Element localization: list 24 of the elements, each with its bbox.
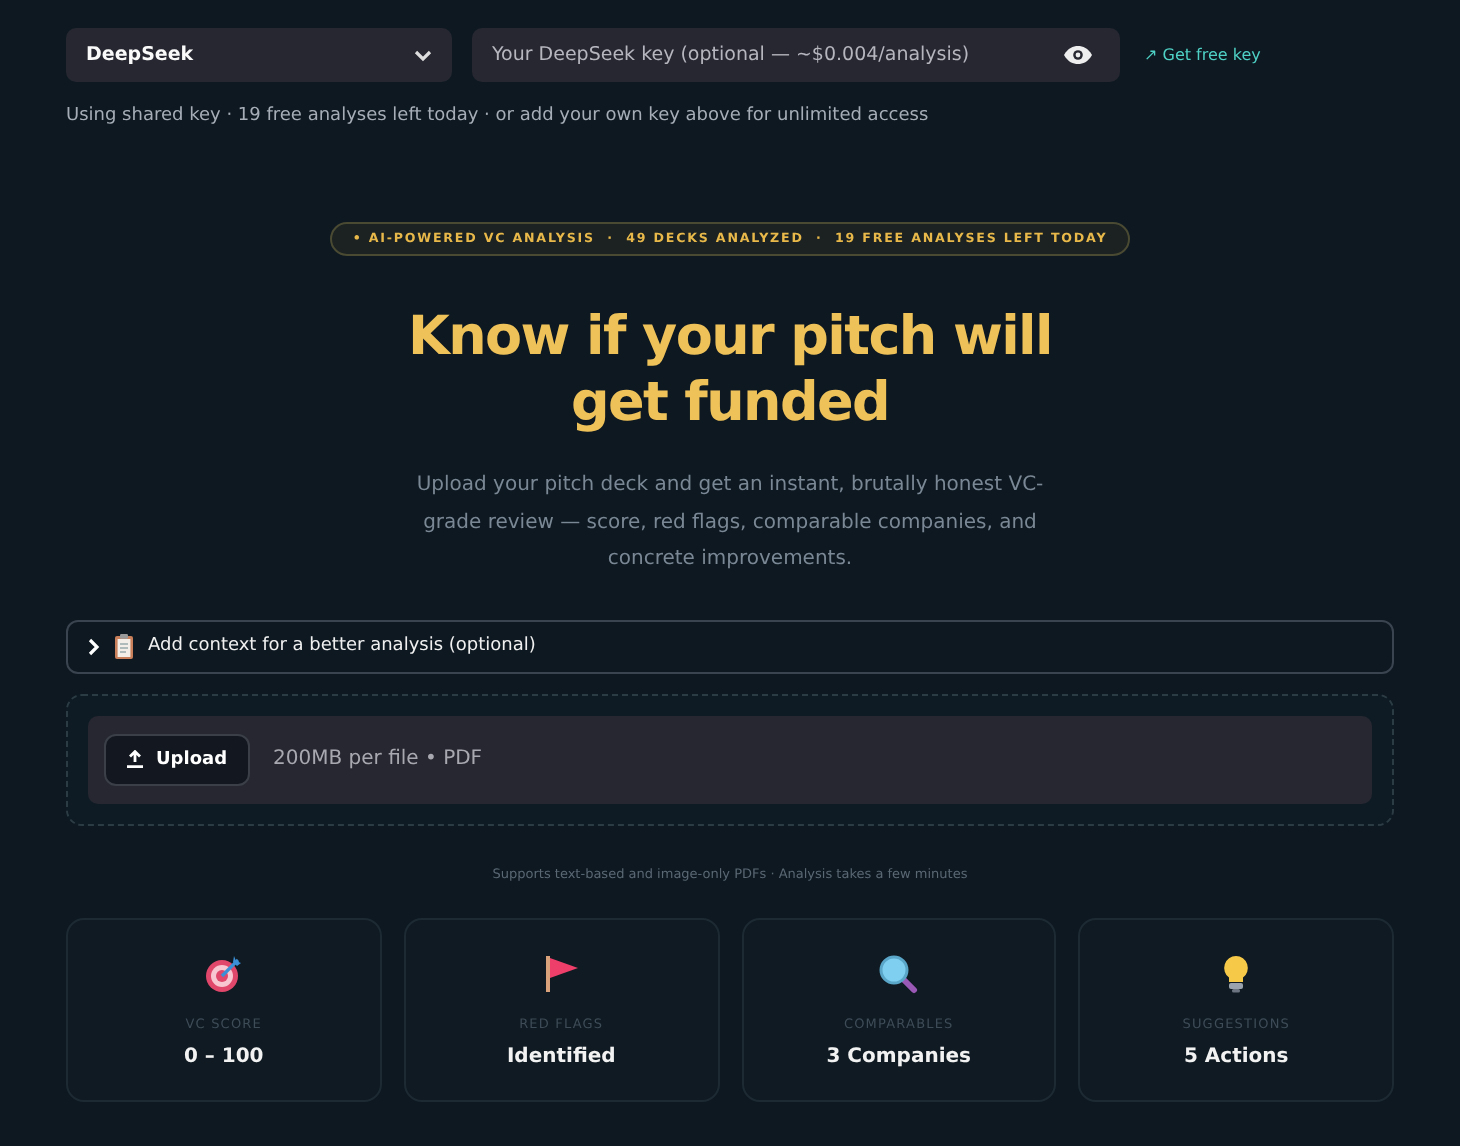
feature-value: Identified <box>506 1045 616 1067</box>
clipboard-icon <box>114 633 134 659</box>
upload-dropzone[interactable]: Upload 200MB per file • PDF <box>66 693 1394 825</box>
expander-label: Add context for a better analysis (optional) <box>148 636 536 656</box>
feature-value: 3 Companies <box>826 1045 971 1067</box>
upload-hint: 200MB per file • PDF <box>273 748 483 770</box>
target-icon <box>203 953 244 993</box>
provider-dropdown[interactable]: DeepSeek <box>66 28 452 82</box>
flag-icon <box>543 953 580 993</box>
upload-button[interactable]: Upload <box>104 733 250 785</box>
hero-title: Know if your pitch will get funded <box>406 304 1054 436</box>
key-status-text: Using shared key · 19 free analyses left today · or add your own key above for unlimited access <box>66 106 931 126</box>
search-icon <box>878 953 919 993</box>
upload-icon <box>126 750 144 768</box>
chevron-icon <box>88 637 100 655</box>
lightbulb-icon <box>1222 953 1251 993</box>
feature-value: 5 Actions <box>1183 1045 1289 1067</box>
feature-value: 0 – 100 <box>183 1045 264 1067</box>
eye-icon[interactable] <box>1064 46 1092 64</box>
hero-subtitle: Upload your pitch deck and get an instant, brutally honest VC-grade review — score, red flags, comparable companies, and concrete improvements. <box>414 472 1046 574</box>
api-key-field[interactable]: Your DeepSeek key (optional — ~$0.004/analysis) <box>472 28 1120 82</box>
context-expander[interactable]: Add context for a better analysis (optional) <box>66 619 1394 673</box>
chevron-down-icon <box>414 49 432 61</box>
get-key-link[interactable]: ↗ Get free key <box>1144 46 1261 64</box>
